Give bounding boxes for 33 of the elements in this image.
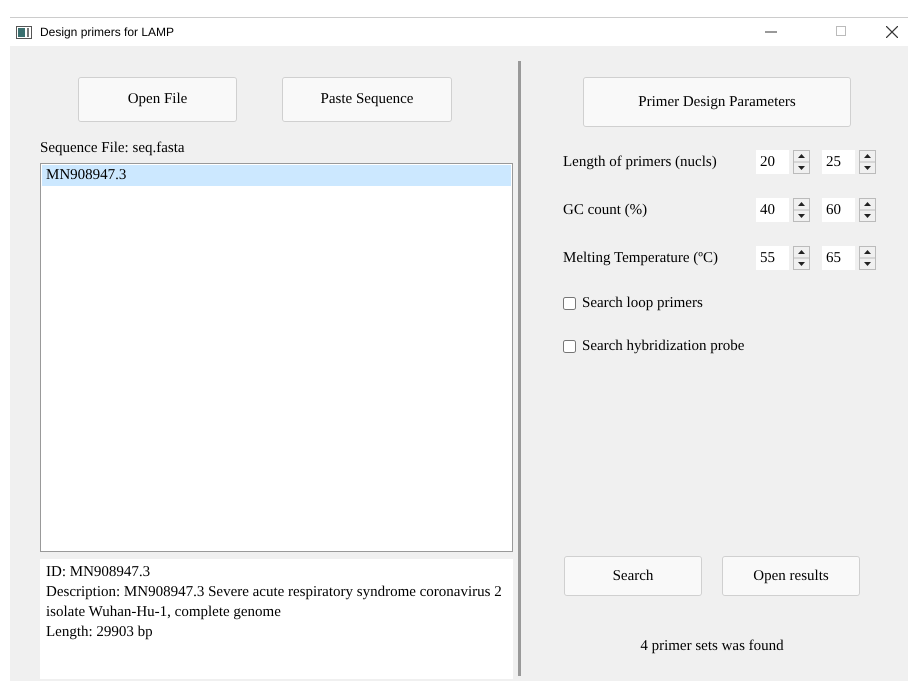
- number-field[interactable]: 40: [756, 198, 789, 222]
- spinner-arrows-icon[interactable]: [859, 246, 876, 270]
- number-field[interactable]: 55: [756, 246, 789, 270]
- spinner-arrows-icon[interactable]: [859, 150, 876, 174]
- parameter-label: Melting Temperature (ºC): [563, 248, 719, 268]
- info-line: ID: MN908947.3: [46, 562, 152, 582]
- checkbox-label: Search loop primers: [582, 294, 703, 314]
- parameter-label: Length of primers (nucls): [563, 152, 718, 172]
- checkbox[interactable]: [563, 340, 576, 353]
- close-icon[interactable]: [886, 26, 898, 38]
- checkbox[interactable]: [563, 297, 576, 310]
- checkbox-label: Search hybridization probe: [582, 337, 744, 356]
- spinner-arrows-icon[interactable]: [793, 246, 810, 270]
- status-text: 4 primer sets was found: [639, 637, 785, 656]
- open-results-button[interactable]: Open results: [722, 556, 860, 596]
- number-field[interactable]: 60: [822, 198, 855, 222]
- parameters-button[interactable]: Primer Design Parameters: [583, 77, 851, 127]
- window-title: Design primers for LAMP: [40, 24, 174, 41]
- info-line: Length: 29903 bp: [46, 622, 154, 642]
- paste-sequence-button[interactable]: Paste Sequence: [282, 77, 452, 122]
- number-field[interactable]: 20: [756, 150, 789, 174]
- number-field[interactable]: 65: [822, 246, 855, 270]
- search-button[interactable]: Search: [564, 556, 702, 596]
- sequence-item[interactable]: MN908947.3: [42, 164, 511, 186]
- app-icon: [16, 26, 32, 38]
- info-line: Description: MN908947.3 Severe acute respiratory syndrome coronavirus 2 isolate Wuhan-Hu-1, complete genome: [46, 582, 503, 622]
- spinner-arrows-icon[interactable]: [859, 198, 876, 222]
- spinner-arrows-icon[interactable]: [793, 150, 810, 174]
- sequence-file-label: Sequence File: seq.fasta: [40, 139, 186, 158]
- spinner-arrows-icon[interactable]: [793, 198, 810, 222]
- open-file-button[interactable]: Open File: [78, 77, 237, 122]
- parameter-label: GC count (%): [563, 200, 648, 220]
- number-field[interactable]: 25: [822, 150, 855, 174]
